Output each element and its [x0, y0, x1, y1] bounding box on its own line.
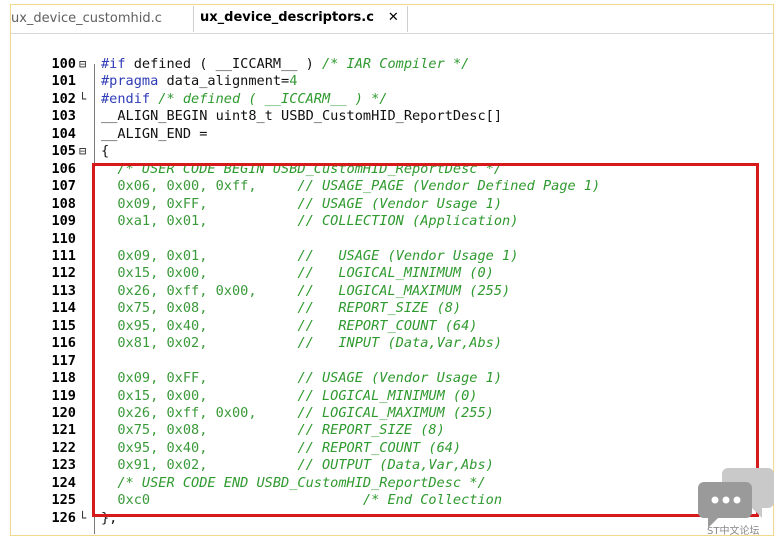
line-number: 119: [51, 387, 76, 404]
code-token: ): [297, 56, 322, 72]
watermark-text: ST中文论坛: [707, 526, 760, 537]
tab-label: ux_device_customhid.c: [11, 11, 162, 26]
line-number: 117: [51, 352, 76, 369]
highlight-box: [92, 163, 759, 517]
line-number: 108: [51, 195, 76, 212]
code-token: #endif: [101, 90, 151, 107]
fold-marker-icon[interactable]: └: [79, 91, 86, 108]
tab-ux-device-descriptors[interactable]: ux_device_descriptors.c ✕: [193, 6, 408, 32]
line-number: 101: [51, 73, 76, 90]
code-token: /* defined ( __ICCARM__ ) */: [150, 90, 388, 107]
code-token: defined (: [125, 56, 216, 72]
code-token: data_alignment=: [158, 73, 290, 90]
line-number: 120: [51, 405, 76, 421]
line-number: 115: [51, 317, 76, 334]
line-number: 104: [51, 125, 76, 142]
code-text: #pragma data_alignment=4: [101, 73, 297, 90]
code-text: {: [101, 143, 109, 160]
code-text: __ALIGN_BEGIN uint8_t USBD_CustomHID_Rep…: [101, 108, 502, 125]
line-number: 114: [51, 300, 76, 317]
line-number: 122: [51, 439, 76, 456]
line-number: 125: [51, 492, 76, 509]
line-number: 126: [51, 509, 76, 526]
line-number: 123: [51, 457, 76, 474]
fold-marker-icon[interactable]: ⊟: [79, 56, 86, 73]
code-token: __ALIGN_BEGIN uint8_t USBD_CustomHID_Rep…: [101, 108, 503, 125]
code-token: {: [101, 143, 110, 160]
code-token: 4: [289, 73, 298, 90]
line-number: 105: [51, 143, 76, 160]
line-number: 109: [51, 213, 76, 230]
line-number: 118: [51, 370, 76, 387]
line-number: 112: [51, 265, 76, 282]
line-number: 106: [51, 160, 76, 177]
line-number: 110: [51, 230, 76, 247]
line-number: 102: [51, 90, 76, 107]
line-number: 103: [51, 108, 76, 125]
close-icon[interactable]: ✕: [388, 10, 399, 25]
line-number: 124: [51, 474, 76, 491]
tab-ux-device-customhid[interactable]: ux_device_customhid.c: [11, 11, 162, 26]
code-token: /* IAR Compiler */: [322, 56, 470, 72]
line-number: 107: [51, 178, 76, 195]
tab-label: ux_device_descriptors.c: [200, 10, 374, 25]
code-text: __ALIGN_END =: [101, 126, 207, 143]
line-number: 113: [51, 282, 76, 299]
fold-marker-icon[interactable]: ⊟: [79, 143, 86, 160]
code-token: #pragma: [101, 73, 159, 90]
code-text: #endif /* defined ( __ICCARM__ ) */: [101, 91, 387, 108]
code-token: __ICCARM__: [215, 56, 298, 72]
code-token: __ALIGN_END =: [101, 125, 208, 142]
line-number: 121: [51, 422, 76, 439]
editor-tab-bar: ux_device_customhid.c ux_device_descript…: [11, 5, 773, 34]
fold-marker-icon[interactable]: └: [79, 510, 86, 527]
code-token: #if: [101, 56, 126, 72]
line-number: 111: [51, 247, 76, 264]
code-text: #if defined ( __ICCARM__ ) /* IAR Compil…: [101, 56, 469, 73]
line-number: 100: [51, 56, 76, 72]
line-number: 116: [51, 335, 76, 352]
